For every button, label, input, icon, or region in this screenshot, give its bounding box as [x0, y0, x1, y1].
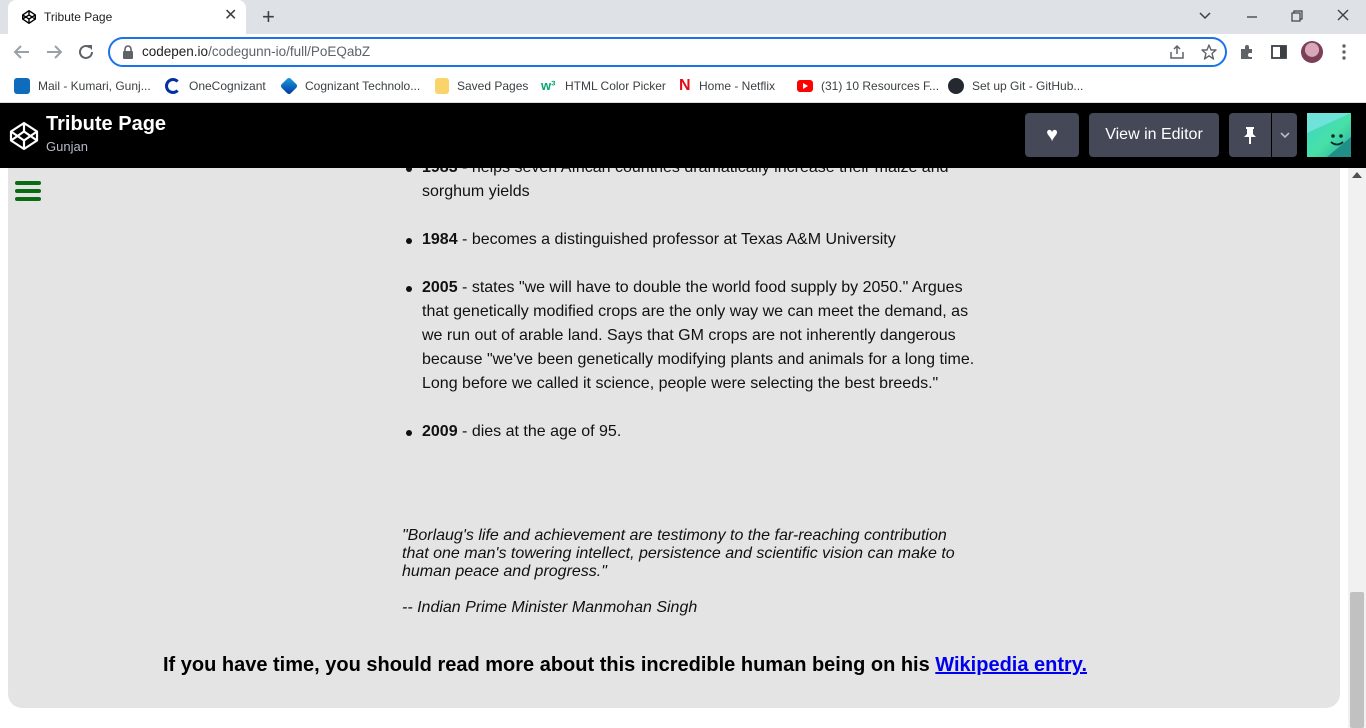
page-scrollbar[interactable]: [1348, 168, 1366, 728]
wikipedia-link[interactable]: Wikipedia entry.: [935, 654, 1087, 676]
lock-icon: [123, 45, 133, 59]
bookmarks-bar: Mail - Kumari, Gunj... OneCognizant Cogn…: [0, 70, 1366, 103]
folder-icon: [435, 78, 449, 94]
bookmark-label: Mail - Kumari, Gunj...: [38, 79, 151, 93]
browser-menu-icon[interactable]: [1334, 42, 1354, 62]
scrollbar-thumb[interactable]: [1350, 592, 1364, 728]
bookmark-label: HTML Color Picker: [565, 79, 666, 93]
codepen-logo-icon[interactable]: [9, 121, 39, 151]
timeline-text: - dies at the age of 95.: [457, 423, 622, 440]
pin-button[interactable]: [1229, 113, 1271, 157]
tab-search-icon[interactable]: [1198, 9, 1212, 23]
timeline-year: 2005: [422, 279, 458, 296]
cognizant-icon: [279, 76, 299, 96]
browser-toolbar: codepen.io/codegunn-io/full/PoEQabZ: [0, 34, 1366, 70]
bookmark-cognizant[interactable]: Cognizant Technolo...: [279, 76, 421, 96]
bookmark-label: Saved Pages: [457, 79, 529, 93]
timeline-year: 1983: [422, 168, 458, 176]
love-button[interactable]: ♥: [1025, 113, 1079, 157]
timeline-item: 2009 - dies at the age of 95.: [400, 420, 980, 444]
codepen-favicon-icon: [22, 10, 36, 24]
timeline-text: - helps seven African countries dramatic…: [422, 168, 949, 200]
pin-icon: [1244, 127, 1256, 144]
minimize-icon[interactable]: [1245, 10, 1259, 24]
url-host: codepen.io: [142, 44, 209, 59]
further-reading-text: If you have time, you should read more a…: [162, 654, 936, 676]
restore-icon[interactable]: [1290, 9, 1304, 23]
browser-tab[interactable]: Tribute Page ✕: [8, 0, 246, 34]
onecognizant-icon: [165, 78, 181, 94]
hamburger-menu-icon[interactable]: [15, 181, 41, 203]
timeline-item: 1984 - becomes a distinguished professor…: [400, 228, 980, 252]
back-icon[interactable]: [11, 41, 33, 63]
outlook-icon: [14, 78, 30, 94]
bookmark-youtube[interactable]: (31) 10 Resources F...: [797, 77, 939, 95]
bookmark-label: OneCognizant: [189, 79, 266, 93]
tab-title: Tribute Page: [44, 10, 113, 24]
pen-title: Tribute Page: [46, 113, 167, 135]
tribute-page: 1983 - helps seven African countries dra…: [8, 168, 1340, 708]
heart-icon: ♥: [1046, 123, 1058, 146]
youtube-icon: [797, 80, 813, 92]
codepen-header: Tribute Page Gunjan ♥ View in Editor: [0, 103, 1366, 168]
share-icon[interactable]: [1168, 43, 1186, 61]
profile-avatar[interactable]: [1301, 41, 1323, 63]
tab-close-icon[interactable]: ✕: [224, 8, 237, 24]
scroll-up-arrow-icon[interactable]: [1352, 172, 1362, 178]
bookmark-onecognizant[interactable]: OneCognizant: [165, 77, 266, 95]
netflix-icon: N: [679, 77, 691, 94]
close-window-icon[interactable]: [1336, 8, 1350, 22]
bookmark-saved-pages[interactable]: Saved Pages: [435, 77, 528, 95]
bookmark-github[interactable]: Set up Git - GitHub...: [948, 77, 1083, 95]
bookmark-label: Cognizant Technolo...: [305, 79, 421, 93]
timeline-year: 1984: [422, 231, 458, 248]
timeline-year: 2009: [422, 423, 458, 440]
w3schools-icon: w³: [541, 78, 556, 93]
forward-icon[interactable]: [43, 41, 65, 63]
bookmark-netflix[interactable]: N Home - Netflix: [679, 77, 775, 95]
bookmark-mail[interactable]: Mail - Kumari, Gunj...: [14, 77, 151, 95]
timeline-text: - states "we will have to double the wor…: [422, 279, 975, 392]
url-path: /codegunn-io/full/PoEQabZ: [208, 44, 371, 59]
chevron-down-icon: [1279, 132, 1290, 139]
timeline-text: - becomes a distinguished professor at T…: [457, 231, 896, 248]
url-text[interactable]: codepen.io/codegunn-io/full/PoEQabZ: [142, 44, 370, 59]
extensions-icon[interactable]: [1237, 42, 1257, 62]
pin-dropdown-button[interactable]: [1272, 113, 1297, 157]
pen-author[interactable]: Gunjan: [46, 139, 88, 154]
bookmark-star-icon[interactable]: [1200, 43, 1218, 61]
side-panel-icon[interactable]: [1269, 42, 1289, 62]
user-avatar[interactable]: [1307, 113, 1351, 157]
bookmark-color-picker[interactable]: w³ HTML Color Picker: [541, 77, 666, 95]
further-reading: If you have time, you should read more a…: [8, 654, 1242, 677]
quote-author: -- Indian Prime Minister Manmohan Singh: [402, 599, 698, 616]
new-tab-button[interactable]: +: [262, 6, 275, 28]
timeline-list: 1983 - helps seven African countries dra…: [400, 168, 980, 468]
timeline-item: 2005 - states "we will have to double th…: [400, 276, 980, 396]
github-icon: [948, 78, 964, 94]
reload-icon[interactable]: [75, 41, 97, 63]
tribute-quote: "Borlaug's life and achievement are test…: [402, 527, 955, 580]
view-in-editor-button[interactable]: View in Editor: [1089, 113, 1219, 157]
tab-strip: Tribute Page ✕ +: [0, 0, 1366, 34]
bookmark-label: Set up Git - GitHub...: [972, 79, 1084, 93]
bookmark-label: Home - Netflix: [699, 79, 776, 93]
timeline-item: 1983 - helps seven African countries dra…: [400, 168, 980, 204]
address-bar[interactable]: codepen.io/codegunn-io/full/PoEQabZ: [108, 37, 1227, 67]
avatar-smiley-icon: [1307, 113, 1351, 157]
bookmark-label: (31) 10 Resources F...: [821, 79, 940, 93]
